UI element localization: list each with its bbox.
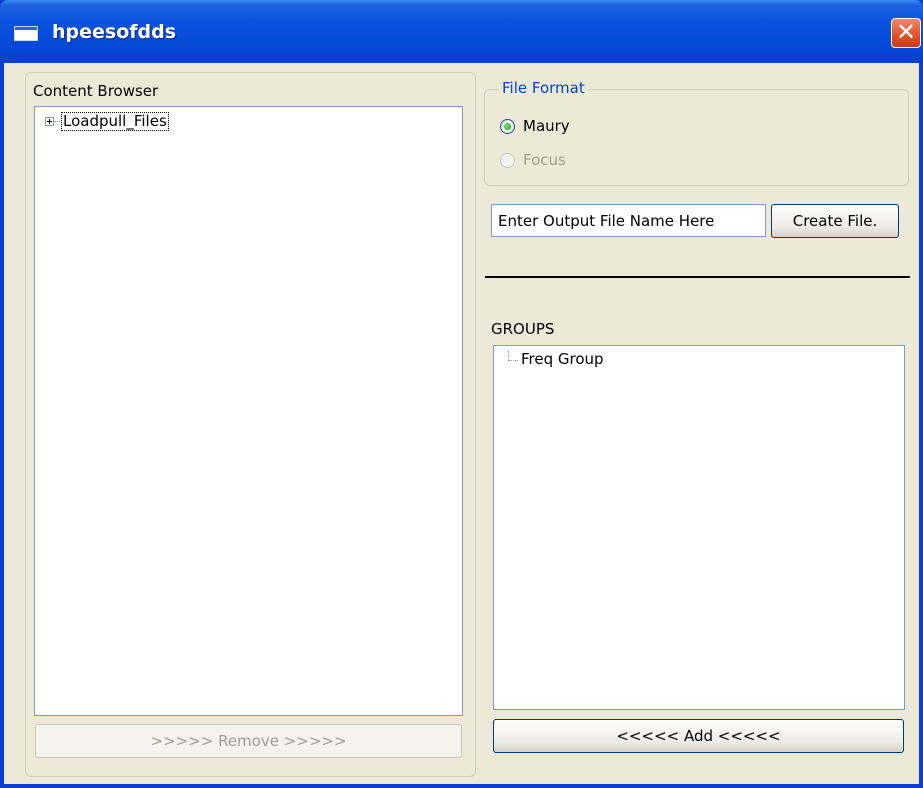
tree-item-label: Loadpull_Files xyxy=(61,111,169,131)
content-browser-tree[interactable]: Loadpull_Files xyxy=(34,106,463,716)
window-title: hpeesofdds xyxy=(52,21,177,43)
horizontal-separator xyxy=(485,276,910,278)
file-format-legend: File Format xyxy=(499,79,588,97)
tree-item-freq-group[interactable]: Freq Group xyxy=(508,350,604,369)
expand-plus-icon[interactable] xyxy=(45,116,54,126)
tree-connector xyxy=(508,351,518,361)
close-button[interactable]: ✕ xyxy=(891,18,921,48)
radio-maury[interactable] xyxy=(500,119,515,134)
file-format-group xyxy=(484,89,909,186)
groups-label: GROUPS xyxy=(491,320,555,338)
window-border-bottom xyxy=(0,784,923,788)
groups-tree[interactable]: Freq Group xyxy=(493,345,905,710)
radio-maury-label[interactable]: Maury xyxy=(523,117,570,135)
app-window: hpeesofdds ✕ Content Browser Loadpull_Fi… xyxy=(0,0,923,788)
tree-item-loadpull-files[interactable]: Loadpull_Files xyxy=(45,111,169,131)
output-file-name-input[interactable] xyxy=(491,204,766,237)
dialog-client-area: Content Browser Loadpull_Files >>>>> Rem… xyxy=(4,63,919,784)
window-app-icon xyxy=(14,26,38,41)
title-bar[interactable]: hpeesofdds ✕ xyxy=(0,0,923,63)
radio-focus-label: Focus xyxy=(523,151,566,169)
radio-focus xyxy=(500,153,515,168)
close-icon: ✕ xyxy=(895,18,917,46)
create-file-button[interactable]: Create File. xyxy=(771,204,899,238)
remove-button[interactable]: >>>>> Remove >>>>> xyxy=(35,724,462,758)
content-browser-label: Content Browser xyxy=(33,82,159,100)
window-border-right xyxy=(919,63,923,788)
tree-connector xyxy=(54,120,60,122)
add-button[interactable]: <<<<< Add <<<<< xyxy=(493,719,904,753)
groups-item-label: Freq Group xyxy=(521,350,604,368)
